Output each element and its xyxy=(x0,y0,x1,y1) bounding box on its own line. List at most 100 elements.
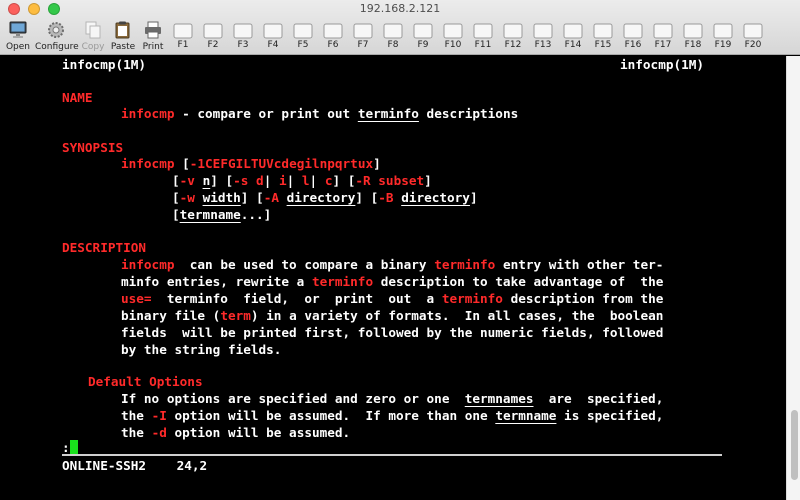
synopsis-argument: directory xyxy=(401,190,470,205)
synopsis-heading: SYNOPSIS xyxy=(62,140,124,155)
monitor-icon xyxy=(9,21,27,38)
synopsis-line-1: infocmp [-1CEFGILTUVcdegilnpqrtux] xyxy=(121,156,381,172)
man-header-right: infocmp(1M) xyxy=(620,57,705,72)
function-key-icon xyxy=(203,23,223,39)
options-text: option will be assumed. If more than one xyxy=(166,408,496,423)
term-ref: term xyxy=(220,308,251,323)
synopsis-command: infocmp xyxy=(121,156,175,171)
synopsis-option: -B xyxy=(378,190,394,205)
synopsis-line-4: [termname...] xyxy=(172,207,271,223)
f20-key-button[interactable]: F20 xyxy=(733,18,773,54)
description-line-1: infocmp can be used to compare a binary … xyxy=(121,257,663,273)
terminfo-link: terminfo xyxy=(357,106,419,121)
function-key-icon xyxy=(383,23,403,39)
function-key-icon xyxy=(743,23,763,39)
copy-icon xyxy=(85,21,101,39)
synopsis-text: ] [ xyxy=(240,190,264,205)
termnames-ref: termnames xyxy=(464,391,534,406)
use-field-ref: use= xyxy=(121,291,152,306)
f20-key-label: F20 xyxy=(744,40,762,50)
function-key-icon xyxy=(353,23,373,39)
description-text: entry with other ter- xyxy=(495,257,664,272)
command-name: infocmp xyxy=(121,257,175,272)
synopsis-line-3: [-w width] [-A directory] [-B directory] xyxy=(172,190,478,206)
description-text: ) in a variety of formats. In all cases,… xyxy=(250,308,664,323)
description-line-4: binary file (term) in a variety of forma… xyxy=(121,308,663,324)
description-text: description to take advantage of the xyxy=(373,274,664,289)
termname-ref: termname xyxy=(495,408,557,423)
text-cursor xyxy=(69,440,78,455)
options-text: the xyxy=(121,425,152,440)
prompt-colon: : xyxy=(62,440,70,455)
option-flag: -d xyxy=(151,425,167,440)
synopsis-text xyxy=(195,190,203,205)
function-key-icon xyxy=(623,23,643,39)
options-text: the xyxy=(121,408,152,423)
synopsis-text: ...] xyxy=(240,207,272,222)
clipboard-icon xyxy=(115,21,130,39)
gear-icon xyxy=(48,22,64,38)
terminfo-ref: terminfo xyxy=(441,291,503,306)
function-key-icon xyxy=(653,23,673,39)
description-line-3: use= terminfo field, or print out a term… xyxy=(121,291,663,307)
description-line-5: fields will be printed first, followed b… xyxy=(121,325,664,340)
description-heading: DESCRIPTION xyxy=(62,240,147,255)
function-key-icon xyxy=(503,23,523,39)
synopsis-text: [ xyxy=(172,190,180,205)
description-line-2: minfo entries, rewrite a terminfo descri… xyxy=(121,274,663,290)
toolbar: Open Configure Copy Paste Print F1 F2 F3… xyxy=(0,18,800,54)
description-text: can be used to compare a binary xyxy=(174,257,435,272)
function-key-icon xyxy=(563,23,583,39)
synopsis-text: ] xyxy=(469,190,478,205)
synopsis-text: [ xyxy=(172,173,180,188)
options-text: are specified, xyxy=(533,391,664,406)
option-flag: -I xyxy=(151,408,167,423)
synopsis-option: i xyxy=(278,173,287,188)
synopsis-option: -w xyxy=(179,190,195,205)
scrollbar-thumb[interactable] xyxy=(791,410,798,480)
description-text: minfo entries, rewrite a xyxy=(121,274,312,289)
function-key-icon xyxy=(473,23,493,39)
function-key-icon xyxy=(323,23,343,39)
name-text-rest: descriptions xyxy=(418,106,519,121)
synopsis-argument: termname xyxy=(179,207,241,222)
configure-label: Configure xyxy=(35,42,79,52)
synopsis-text xyxy=(195,173,203,188)
synopsis-text: | xyxy=(286,173,302,188)
options-text: If no options are specified and zero or … xyxy=(121,391,465,406)
function-key-icon xyxy=(263,23,283,39)
terminal-window: 192.168.2.121 Open Configure Copy Paste … xyxy=(0,0,800,500)
function-key-icon xyxy=(533,23,553,39)
synopsis-text: [ xyxy=(172,207,180,222)
window-chrome: 192.168.2.121 Open Configure Copy Paste … xyxy=(0,0,800,55)
synopsis-option: -R subset xyxy=(355,173,425,188)
function-key-icon xyxy=(443,23,463,39)
function-key-icon xyxy=(713,23,733,39)
description-text: binary file ( xyxy=(121,308,221,323)
open-button[interactable]: Open xyxy=(0,18,38,54)
terminfo-ref: terminfo xyxy=(434,257,496,272)
function-key-icon xyxy=(173,23,193,39)
name-text: - compare or print out xyxy=(174,106,358,121)
description-line-6: by the string fields. xyxy=(121,342,282,357)
synopsis-argument: directory xyxy=(286,190,356,205)
command-name: infocmp xyxy=(121,106,175,121)
terminal-screen[interactable]: infocmp(1M) infocmp(1M) NAME infocmp - c… xyxy=(0,56,786,500)
configure-button[interactable]: Configure xyxy=(35,18,79,54)
synopsis-line-2: [-v n] [-s d| i| l| c] [-R subset] xyxy=(172,173,432,189)
function-key-icon xyxy=(413,23,433,39)
synopsis-text: ] xyxy=(373,156,381,171)
options-text: is specified, xyxy=(556,408,664,423)
synopsis-option: l xyxy=(301,173,310,188)
vertical-scrollbar[interactable] xyxy=(786,56,800,500)
open-label: Open xyxy=(5,42,31,52)
description-text: description from the xyxy=(502,291,664,306)
default-options-heading: Default Options xyxy=(88,374,203,389)
window-title: 192.168.2.121 xyxy=(359,2,441,15)
synopsis-text: | xyxy=(309,173,325,188)
function-key-icon xyxy=(593,23,613,39)
synopsis-text: [ xyxy=(174,156,190,171)
synopsis-argument: width xyxy=(202,190,241,205)
options-line-3: the -d option will be assumed. xyxy=(121,425,350,441)
synopsis-option: -s d xyxy=(233,173,264,188)
